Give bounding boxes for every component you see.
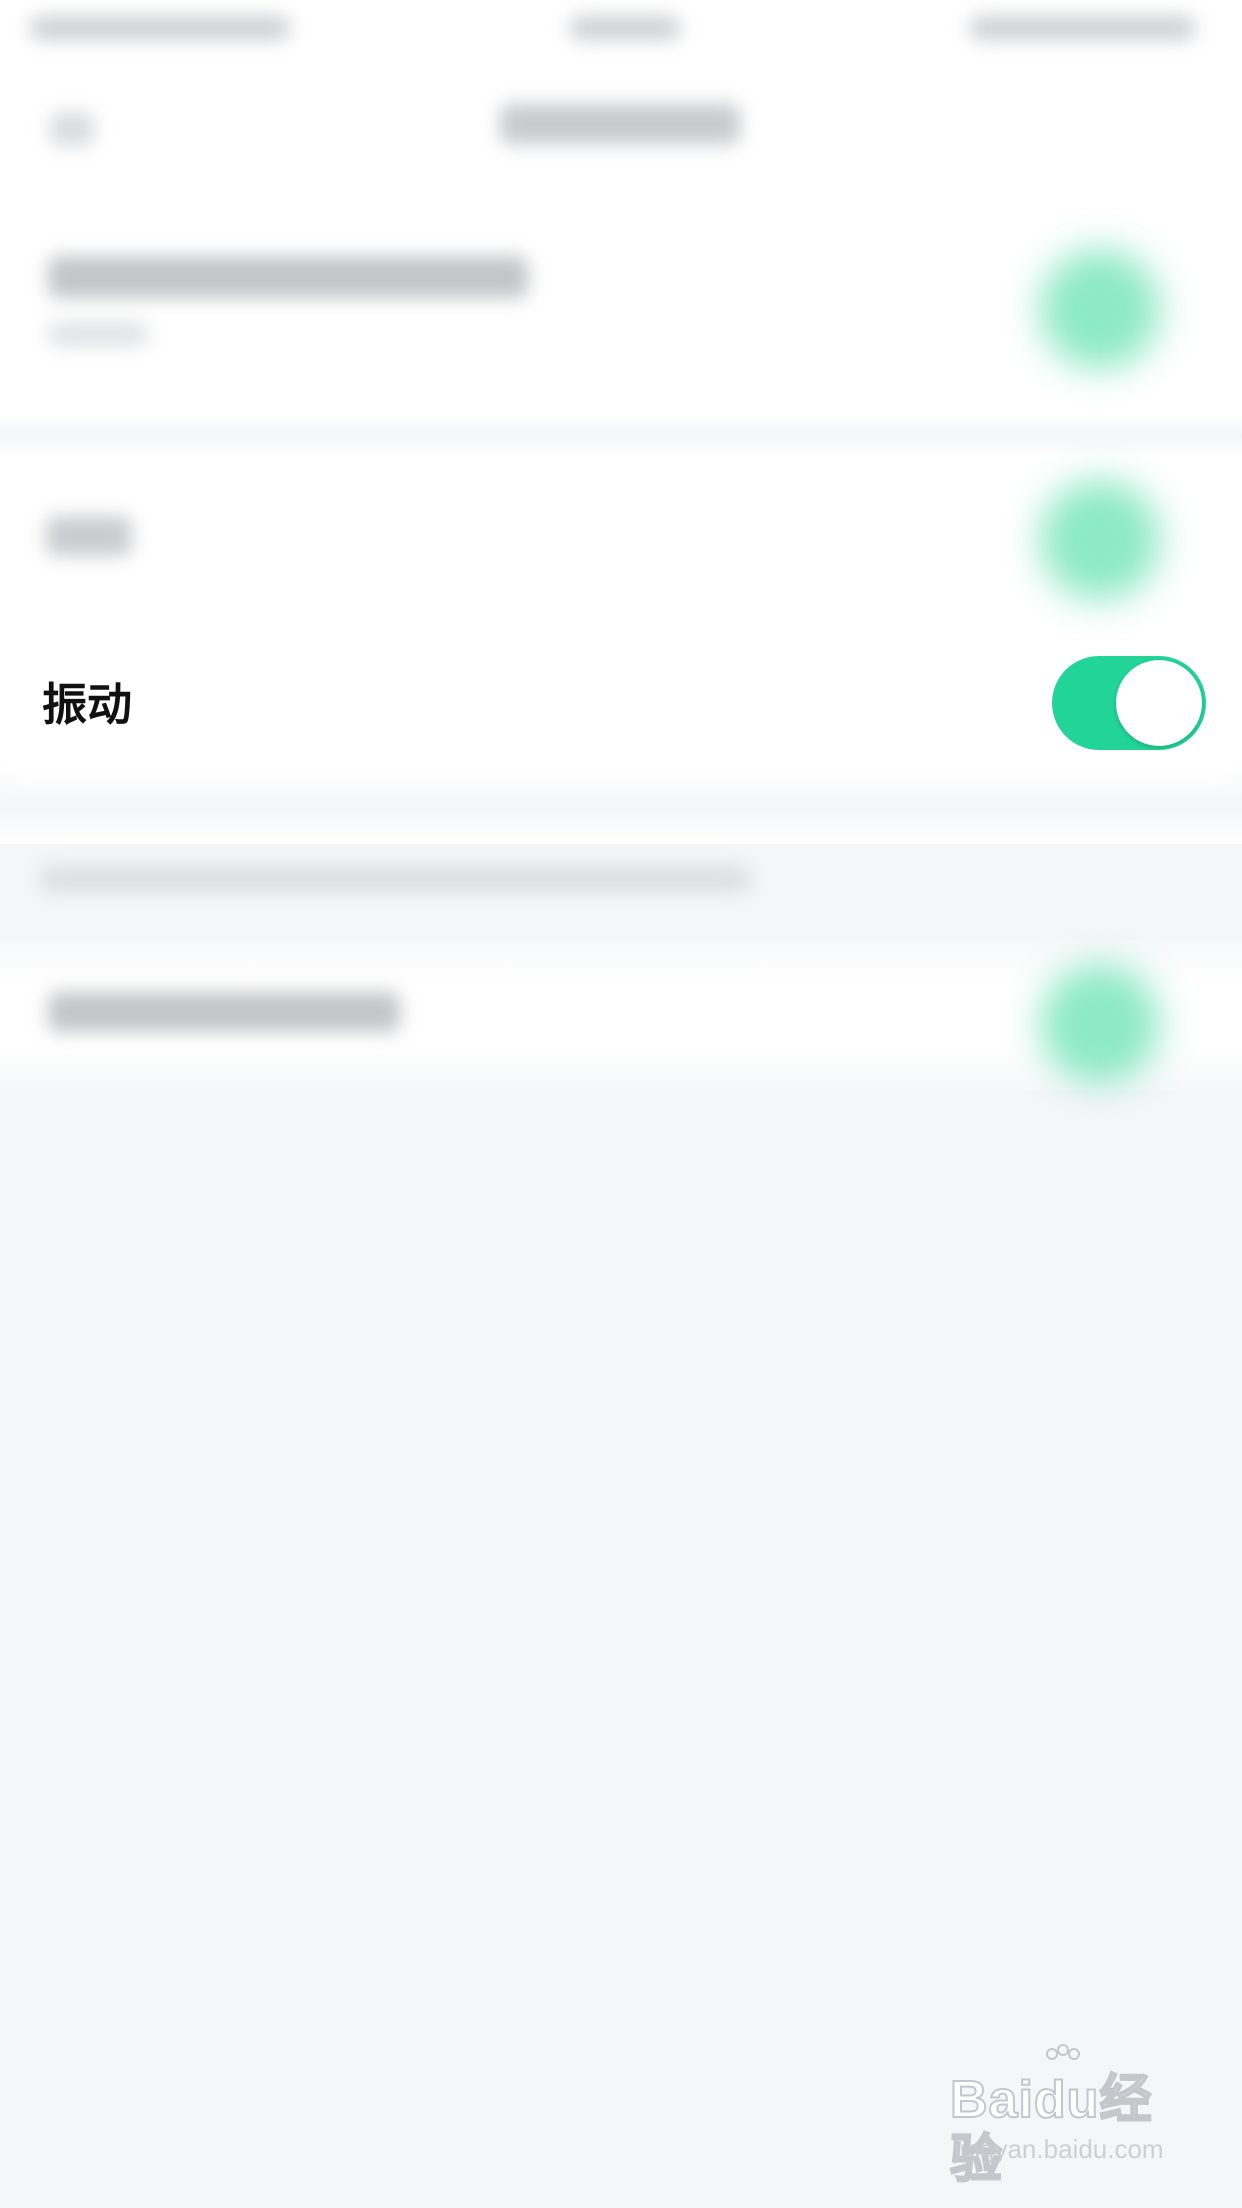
toggle-knob bbox=[1116, 660, 1202, 746]
blurred-setting-row bbox=[0, 456, 1242, 648]
settings-screen: 振动 Baidu经验 jingyan.baidu.com bbox=[0, 0, 1242, 2208]
baidu-jingyan-watermark: Baidu经验 jingyan.baidu.com bbox=[949, 2044, 1190, 2190]
status-bar bbox=[0, 0, 1242, 64]
blurred-setting-row bbox=[0, 194, 1242, 416]
navigation-bar bbox=[0, 64, 1242, 194]
vibrate-toggle[interactable] bbox=[1052, 656, 1206, 750]
vibrate-label: 振动 bbox=[42, 678, 133, 731]
watermark-url: jingyan.baidu.com bbox=[954, 2134, 1164, 2164]
watermark-logo: Baidu经验 bbox=[949, 2070, 1153, 2190]
vibrate-setting-row[interactable]: 振动 bbox=[0, 648, 1242, 764]
blurred-background bbox=[0, 0, 1242, 1120]
blurred-setting-row bbox=[0, 940, 1242, 1090]
